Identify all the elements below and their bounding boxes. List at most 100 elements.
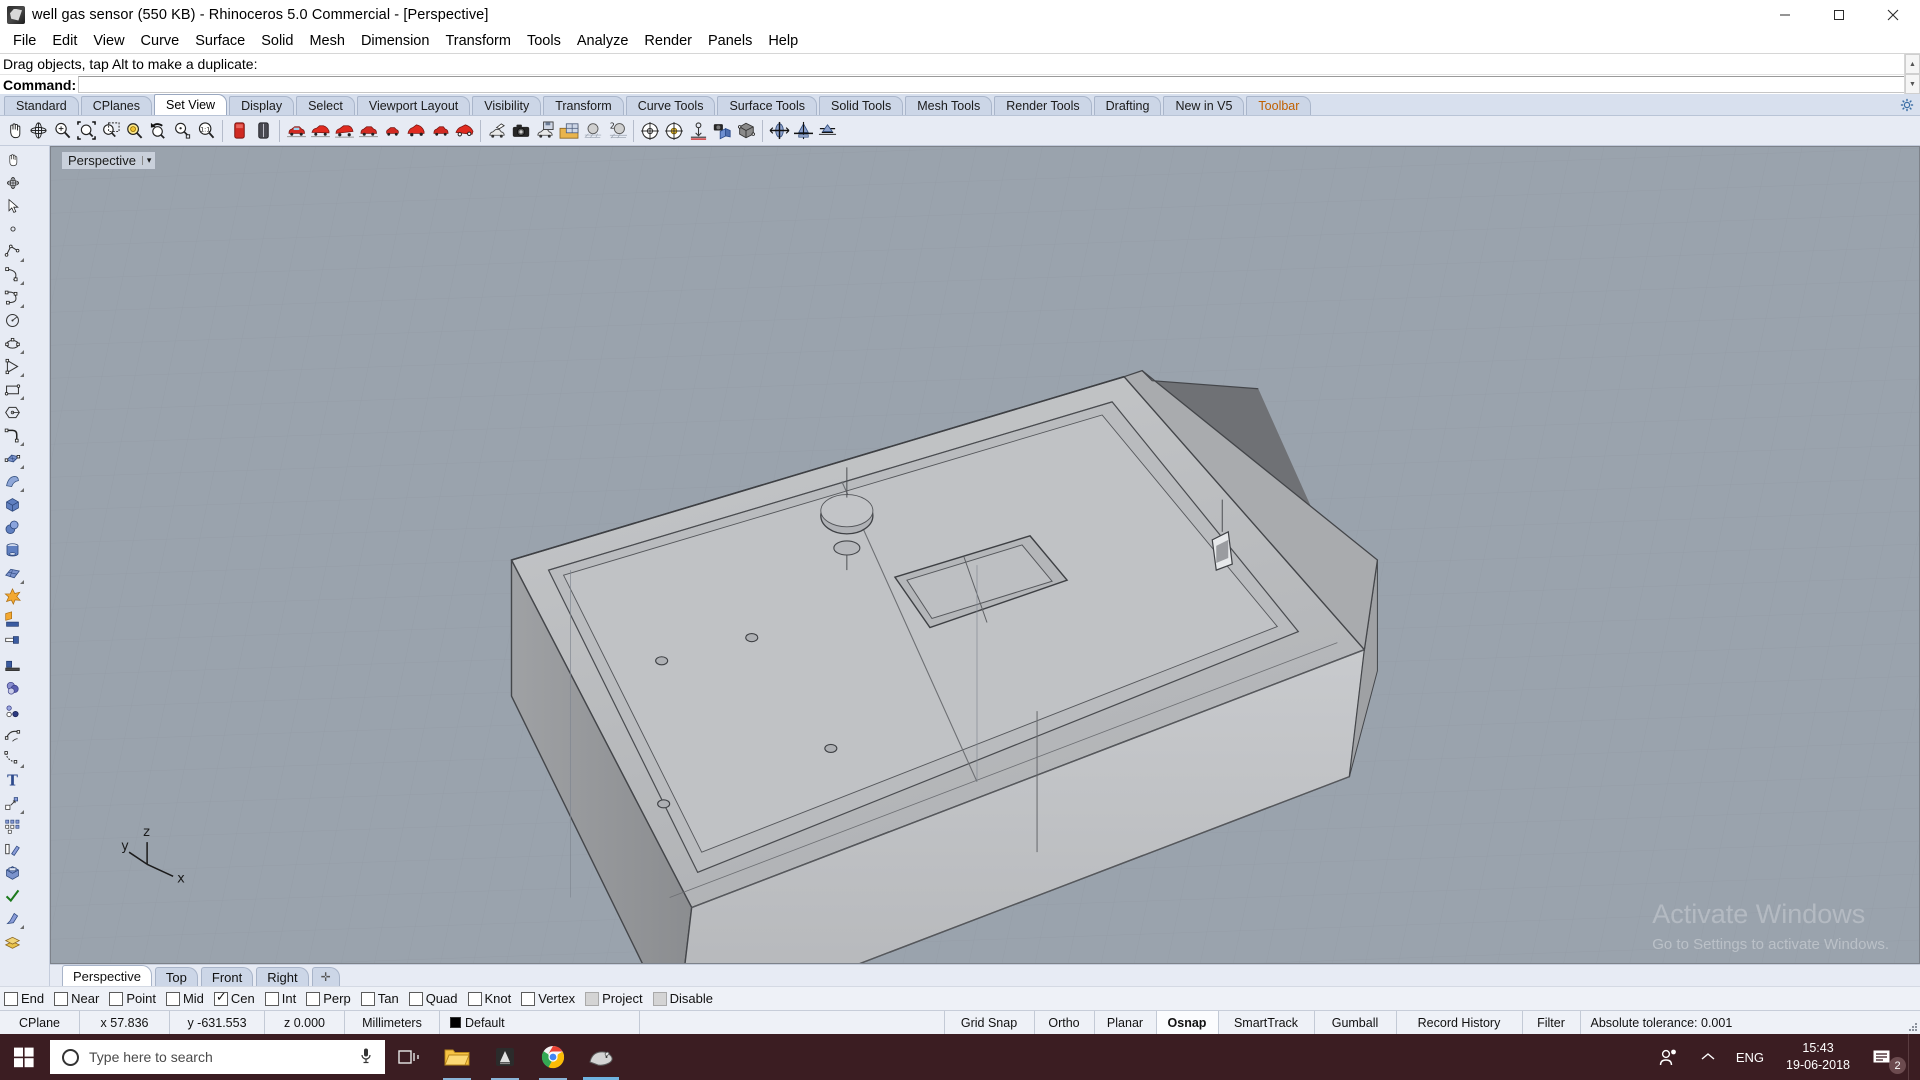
- add-viewport-button[interactable]: ✛: [311, 967, 340, 986]
- shaded-sphere-icon[interactable]: [581, 118, 605, 144]
- box-solid-icon[interactable]: [0, 493, 25, 516]
- perspective-small-icon[interactable]: [815, 118, 839, 144]
- split-icon[interactable]: [0, 654, 25, 677]
- menu-transform[interactable]: Transform: [437, 31, 519, 51]
- status-grid-snap[interactable]: Grid Snap: [945, 1011, 1035, 1034]
- select-arrow-icon[interactable]: [0, 194, 25, 217]
- notification-icon[interactable]: 2: [1862, 1034, 1908, 1080]
- zoom-selected-icon[interactable]: [122, 118, 146, 144]
- save-viewport-icon[interactable]: [533, 118, 557, 144]
- toolbar-tab-standard[interactable]: Standard: [4, 96, 79, 115]
- osnap-near[interactable]: Near: [54, 991, 99, 1006]
- menu-tools[interactable]: Tools: [519, 31, 569, 51]
- rotate-tool-icon[interactable]: [0, 171, 25, 194]
- viewport-tab-top[interactable]: Top: [154, 967, 198, 986]
- perspective-viewport[interactable]: y z x Perspective ▾ Activate Windows Go …: [50, 146, 1920, 964]
- osnap-end-checkbox[interactable]: [4, 991, 18, 1006]
- sweep-surface-icon[interactable]: [0, 470, 25, 493]
- toolbar-tab-surface-tools[interactable]: Surface Tools: [717, 96, 817, 115]
- toolbar-tab-toolbar[interactable]: Toolbar: [1246, 96, 1312, 115]
- toolbar-tab-mesh-tools[interactable]: Mesh Tools: [905, 96, 993, 115]
- osnap-point-checkbox[interactable]: [109, 991, 124, 1006]
- plan-view-icon[interactable]: [767, 118, 791, 144]
- chevron-up-icon[interactable]: [1690, 1034, 1726, 1080]
- zoom-icon[interactable]: [50, 118, 74, 144]
- sketch-app-icon[interactable]: [481, 1034, 529, 1080]
- polygon-icon[interactable]: [0, 355, 25, 378]
- toolbar-tab-transform[interactable]: Transform: [543, 96, 624, 115]
- toolbar-tab-curve-tools[interactable]: Curve Tools: [625, 96, 716, 115]
- rhinoceros-icon[interactable]: [577, 1034, 625, 1080]
- scroll-down-icon[interactable]: ▼: [1905, 74, 1920, 94]
- microphone-icon[interactable]: [359, 1047, 373, 1068]
- toolbar-tab-display[interactable]: Display: [229, 96, 295, 115]
- status-units[interactable]: Millimeters: [345, 1011, 440, 1034]
- chevron-down-icon[interactable]: ▾: [141, 156, 151, 165]
- osnap-disable-checkbox[interactable]: [652, 991, 667, 1006]
- osnap-perp-checkbox[interactable]: [306, 991, 321, 1006]
- status-osnap[interactable]: Osnap: [1156, 1011, 1219, 1034]
- place-target-icon[interactable]: [686, 118, 710, 144]
- osnap-cen-checkbox[interactable]: [213, 990, 228, 1006]
- viewport-title-dropdown[interactable]: Perspective ▾: [61, 151, 157, 170]
- status-gumball[interactable]: Gumball: [1315, 1011, 1397, 1034]
- cap-solid-icon[interactable]: [0, 861, 25, 884]
- osnap-tan[interactable]: Tan: [360, 991, 399, 1006]
- language-indicator[interactable]: ENG: [1726, 1034, 1774, 1080]
- analyze-icon[interactable]: [0, 884, 25, 907]
- text-tool-icon[interactable]: T: [0, 769, 25, 792]
- camera-object-icon[interactable]: [710, 118, 734, 144]
- zoom-dynamic-icon[interactable]: [170, 118, 194, 144]
- file-explorer-icon[interactable]: [433, 1034, 481, 1080]
- menu-analyze[interactable]: Analyze: [569, 31, 637, 51]
- google-chrome-icon[interactable]: [529, 1034, 577, 1080]
- box-view-icon[interactable]: [734, 118, 758, 144]
- status-planar[interactable]: Planar: [1095, 1011, 1157, 1034]
- status-record-history[interactable]: Record History: [1397, 1011, 1523, 1034]
- osnap-vertex[interactable]: Vertex: [521, 991, 575, 1006]
- osnap-quad[interactable]: Quad: [408, 991, 458, 1006]
- viewport-tab-front[interactable]: Front: [200, 967, 254, 986]
- boolean-difference-icon[interactable]: [0, 677, 25, 700]
- pan-icon[interactable]: [2, 118, 26, 144]
- toolbar-tab-select[interactable]: Select: [296, 96, 355, 115]
- hexagon-icon[interactable]: [0, 401, 25, 424]
- rotate-view-icon[interactable]: [26, 118, 50, 144]
- toolbar-tab-visibility[interactable]: Visibility: [472, 96, 542, 115]
- menu-file[interactable]: File: [5, 31, 44, 51]
- osnap-disable[interactable]: Disable: [652, 991, 713, 1006]
- toolbar-tab-viewport-layout[interactable]: Viewport Layout: [356, 96, 471, 115]
- toolbar-tab-render-tools[interactable]: Render Tools: [994, 96, 1092, 115]
- array-icon[interactable]: [0, 815, 25, 838]
- osnap-quad-checkbox[interactable]: [408, 991, 423, 1006]
- toolbar-tab-drafting[interactable]: Drafting: [1093, 96, 1162, 115]
- menu-mesh[interactable]: Mesh: [301, 31, 352, 51]
- camera-place-icon[interactable]: [485, 118, 509, 144]
- set-view-right-icon[interactable]: [356, 118, 380, 144]
- zoom-1to1-icon[interactable]: 1:1: [194, 118, 218, 144]
- extrude-icon[interactable]: [0, 838, 25, 861]
- status-filter[interactable]: Filter: [1523, 1011, 1581, 1034]
- close-button[interactable]: [1866, 0, 1920, 29]
- osnap-perp[interactable]: Perp: [306, 991, 351, 1006]
- minimize-button[interactable]: [1758, 0, 1812, 29]
- extend-curve-icon[interactable]: [0, 746, 25, 769]
- menu-render[interactable]: Render: [636, 31, 700, 51]
- paint-icon[interactable]: [0, 907, 25, 930]
- osnap-knot-checkbox[interactable]: [467, 991, 482, 1006]
- toolbar-tab-new-in-v5[interactable]: New in V5: [1163, 96, 1245, 115]
- set-view-left-icon[interactable]: [332, 118, 356, 144]
- zoom-extents-icon[interactable]: [74, 118, 98, 144]
- menu-edit[interactable]: Edit: [44, 31, 85, 51]
- camera-icon[interactable]: [509, 118, 533, 144]
- osnap-cen[interactable]: Cen: [213, 990, 255, 1006]
- cylinder-solid-icon[interactable]: [0, 539, 25, 562]
- status-ortho[interactable]: Ortho: [1035, 1011, 1095, 1034]
- menu-dimension[interactable]: Dimension: [353, 31, 438, 51]
- layer-icon[interactable]: [0, 930, 25, 953]
- set-view-perspective-icon[interactable]: [428, 118, 452, 144]
- task-view-icon[interactable]: [385, 1034, 433, 1080]
- toolbar-tab-solid-tools[interactable]: Solid Tools: [818, 96, 904, 115]
- viewport-layout-icon[interactable]: [557, 118, 581, 144]
- zoom-previous-icon[interactable]: [146, 118, 170, 144]
